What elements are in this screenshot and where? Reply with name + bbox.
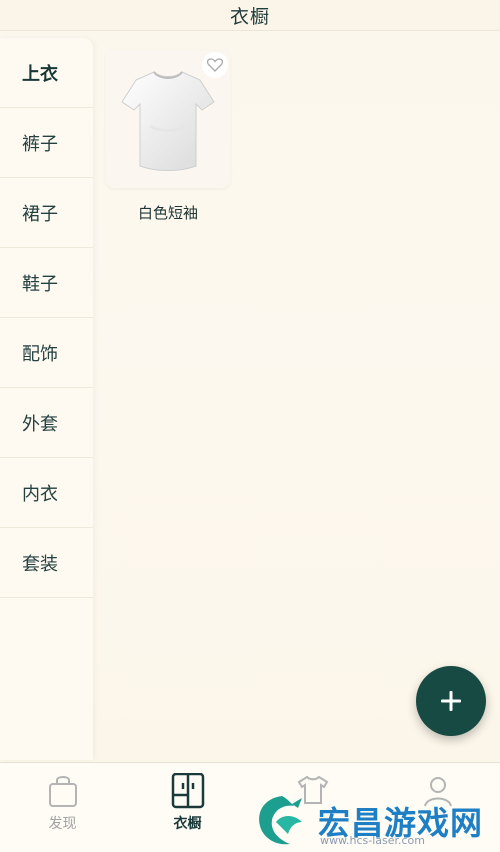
tab-label: 衣橱	[173, 816, 202, 832]
dragon-logo-icon	[259, 796, 302, 845]
category-tops[interactable]: 上衣	[0, 38, 93, 108]
category-label: 裙子	[22, 203, 58, 225]
category-skirts[interactable]: 裙子	[0, 178, 93, 248]
heart-outline-icon	[207, 58, 223, 72]
plus-icon	[441, 691, 461, 711]
watermark-url: www.hcs-laser.com	[320, 834, 425, 847]
top-bar: 衣橱	[0, 0, 500, 31]
wardrobe-icon	[171, 773, 204, 809]
category-label: 上衣	[22, 63, 58, 85]
category-underwear[interactable]: 内衣	[0, 458, 93, 528]
add-item-button[interactable]	[416, 666, 486, 736]
category-shoes[interactable]: 鞋子	[0, 248, 93, 318]
category-label: 裤子	[22, 133, 58, 155]
clothing-name: 白色短袖	[137, 204, 198, 222]
category-label: 内衣	[22, 483, 58, 505]
page-title: 衣橱	[229, 5, 270, 28]
category-label: 套装	[22, 553, 58, 575]
clothing-card[interactable]	[106, 50, 230, 188]
category-accessories[interactable]: 配饰	[0, 318, 93, 388]
category-label: 外套	[22, 413, 58, 435]
tshirt-image	[121, 71, 215, 171]
favorite-button[interactable]	[202, 52, 228, 78]
category-label: 配饰	[22, 343, 58, 365]
tab-discover[interactable]: 发现	[0, 763, 125, 852]
category-pants[interactable]: 裤子	[0, 108, 93, 178]
category-outerwear[interactable]: 外套	[0, 388, 93, 458]
tab-wardrobe[interactable]: 衣橱	[125, 763, 250, 852]
category-sidebar: 上衣 裤子 裙子 鞋子 配饰 外套 内衣 套装	[0, 38, 93, 760]
category-sets[interactable]: 套装	[0, 528, 93, 598]
category-label: 鞋子	[22, 273, 58, 295]
watermark: 宏昌游戏网 www.hcs-laser.com	[252, 790, 500, 852]
shopping-bag-icon	[48, 776, 77, 807]
tab-label: 发现	[48, 816, 77, 832]
